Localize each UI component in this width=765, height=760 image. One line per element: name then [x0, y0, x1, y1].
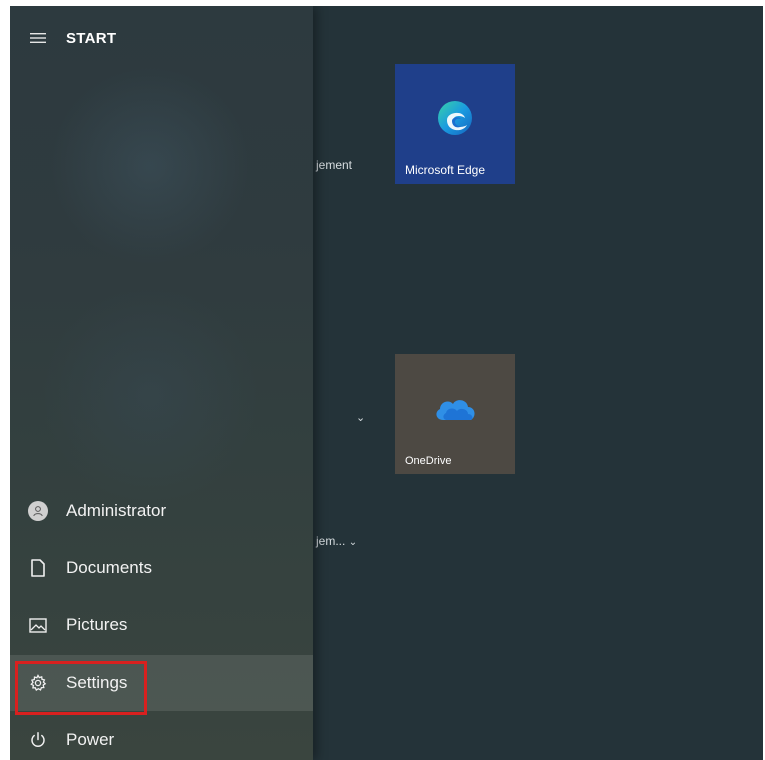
- power-icon: [10, 712, 66, 760]
- hamburger-icon: [30, 33, 46, 43]
- start-header: START: [10, 20, 313, 56]
- nav-item-pictures[interactable]: Pictures: [10, 597, 313, 653]
- nav-item-label: Settings: [66, 673, 128, 692]
- tile-label: OneDrive: [405, 455, 452, 467]
- onedrive-cloud-icon: [395, 394, 515, 422]
- document-icon: [10, 540, 66, 596]
- start-nav-pane: START Administrator Documents Pictures S…: [10, 6, 313, 760]
- app-list-label-partial-2[interactable]: jem... ⌄: [316, 534, 357, 548]
- nav-item-documents[interactable]: Documents: [10, 540, 313, 596]
- tile-label: Microsoft Edge: [405, 163, 486, 177]
- nav-item-settings[interactable]: Settings: [10, 655, 313, 715]
- gear-icon: [10, 655, 66, 711]
- tile-microsoft-edge[interactable]: Microsoft Edge: [395, 64, 515, 184]
- chevron-down-icon: ⌄: [348, 537, 358, 548]
- nav-item-label: Documents: [66, 558, 152, 577]
- nav-item-label: Power: [66, 730, 115, 749]
- user-avatar-icon: [28, 501, 48, 521]
- background-blur: [50, 66, 250, 266]
- start-title: START: [66, 29, 117, 47]
- pictures-icon: [10, 597, 66, 653]
- nav-item-label: Pictures: [66, 615, 128, 634]
- hamburger-menu-button[interactable]: [10, 20, 66, 56]
- nav-item-administrator[interactable]: Administrator: [10, 483, 313, 539]
- app-list-label-partial[interactable]: jement: [316, 158, 352, 172]
- nav-item-power[interactable]: Power: [10, 712, 313, 760]
- nav-item-label: Administrator: [66, 501, 167, 520]
- tile-onedrive[interactable]: OneDrive: [395, 354, 515, 474]
- start-menu-screen: jement ⌄ jem... ⌄ Microsoft Edge OneDriv…: [10, 6, 763, 760]
- edge-icon: [395, 98, 515, 138]
- chevron-down-icon[interactable]: ⌄: [356, 411, 365, 424]
- background-blur: [40, 286, 260, 506]
